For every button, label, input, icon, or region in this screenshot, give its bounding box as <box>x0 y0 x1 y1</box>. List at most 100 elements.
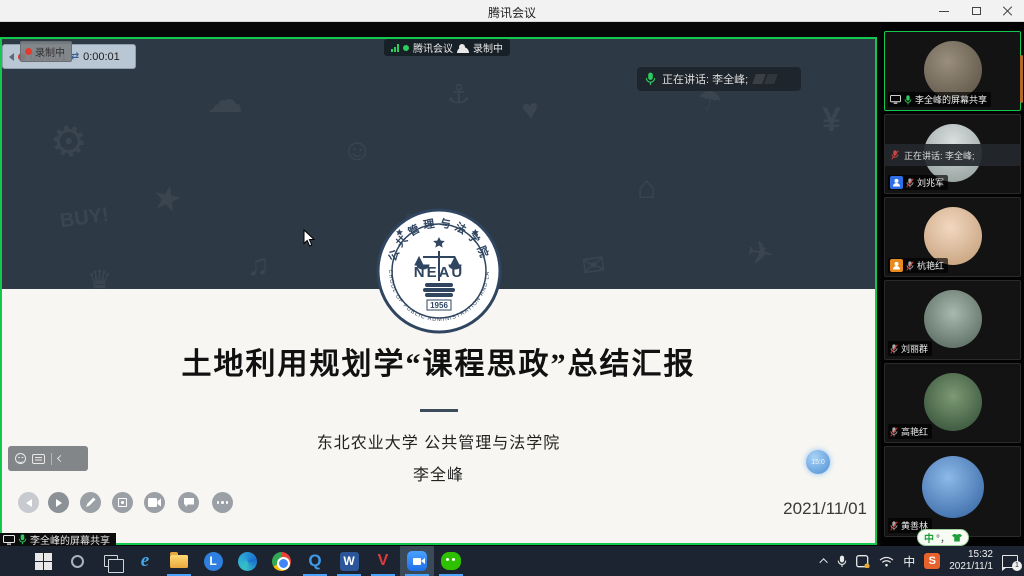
tray-app-icon[interactable] <box>856 555 870 568</box>
slide-presenter-name: 李全峰 <box>2 461 875 485</box>
notification-badge: 1 <box>1012 561 1022 571</box>
slide-title: 土地利用规划学“课程思政”总结汇报 <box>2 339 875 383</box>
status-recording-label: 录制中 <box>473 40 503 55</box>
avatar <box>922 456 984 518</box>
windows-taskbar: e L Q W V 中 S 15:32 2021/11/1 1 <box>0 546 1024 576</box>
participant-tile[interactable]: 黄善林 <box>884 446 1021 537</box>
tray-clock[interactable]: 15:32 2021/11/1 <box>949 549 993 574</box>
slide-date: 2021/11/01 <box>783 499 867 519</box>
speaking-indicator-toast: 正在讲话: 李全峰; <box>637 67 801 91</box>
host-badge-icon <box>890 176 903 189</box>
participant-name: 李全峰的屏幕共享 <box>915 93 987 106</box>
participant-tile[interactable]: 杭艳红 <box>884 197 1021 277</box>
participant-tile[interactable]: 正在讲话: 李全峰; 刘兆军 <box>884 114 1021 194</box>
word-button[interactable]: W <box>332 546 366 576</box>
avatar <box>924 290 982 348</box>
collapse-arrow-icon[interactable] <box>57 455 64 462</box>
svg-text:1956: 1956 <box>430 301 448 310</box>
cortana-button[interactable] <box>60 546 94 576</box>
avatar <box>924 207 982 265</box>
minimize-button[interactable] <box>928 0 960 22</box>
chrome-button[interactable] <box>264 546 298 576</box>
focus-mode-button[interactable] <box>112 492 133 513</box>
sidebar-scrollbar[interactable] <box>1020 55 1023 103</box>
task-view-icon <box>104 555 118 567</box>
sogou-icon[interactable]: S <box>924 553 940 569</box>
avatar <box>924 373 982 431</box>
screen-share-icon <box>890 95 901 104</box>
share-banner-text: 李全峰的屏幕共享 <box>30 532 110 547</box>
ie-button[interactable]: e <box>128 546 162 576</box>
lenovo-icon: L <box>204 552 223 571</box>
seal-year-box: 1956 <box>427 300 451 310</box>
participant-name: 高艳红 <box>901 425 928 438</box>
doodle-glyph: ☺ <box>340 132 375 170</box>
mic-on-icon <box>18 534 27 545</box>
wifi-icon[interactable] <box>879 556 894 567</box>
mouse-cursor <box>303 229 315 247</box>
window-titlebar: 腾讯会议 <box>0 0 1024 22</box>
file-explorer-button[interactable] <box>162 546 196 576</box>
doodle-glyph: BUY! <box>59 204 111 234</box>
participant-tile-sharing[interactable]: 李全峰的屏幕共享 <box>884 31 1021 111</box>
folder-icon <box>170 555 188 568</box>
edge-icon <box>238 552 257 571</box>
more-icon <box>217 501 229 504</box>
prev-slide-button[interactable] <box>18 492 39 513</box>
cohost-badge-icon <box>890 259 903 272</box>
recording-total-time: 0:00:01 <box>83 51 120 63</box>
screen-share-icon <box>3 535 15 545</box>
tencent-meeting-button[interactable] <box>400 546 434 576</box>
floating-clock-bubble[interactable]: 15:0 <box>806 450 830 474</box>
edge-button[interactable] <box>230 546 264 576</box>
ime-punct-label: °， <box>936 530 950 545</box>
tray-expand-icon[interactable] <box>820 558 828 566</box>
start-button[interactable] <box>26 546 60 576</box>
window-title: 腾讯会议 <box>0 4 1024 21</box>
ime-mode-label: 中 <box>924 530 934 545</box>
collapse-caret-icon[interactable] <box>9 53 14 61</box>
mic-muted-icon <box>890 344 898 354</box>
action-center-icon[interactable]: 1 <box>1002 555 1018 568</box>
skin-shirt-icon[interactable] <box>952 534 962 542</box>
participant-name: 刘兆军 <box>917 176 944 189</box>
task-view-button[interactable] <box>94 546 128 576</box>
focus-icon <box>118 498 127 507</box>
word-icon: W <box>340 552 359 571</box>
maximize-button[interactable] <box>960 0 992 22</box>
windows-logo-icon <box>35 553 52 570</box>
annotation-toolbar[interactable] <box>8 446 88 471</box>
video-app-button[interactable]: V <box>366 546 400 576</box>
participant-tile[interactable]: 刘丽群 <box>884 280 1021 360</box>
annotate-button[interactable] <box>80 492 101 513</box>
tray-mic-icon[interactable] <box>837 555 847 568</box>
next-slide-button[interactable] <box>48 492 69 513</box>
participant-name: 刘丽群 <box>901 342 928 355</box>
school-seal-logo: 公共管理与法学院 SCHOOL OF PUBLIC ADMINISTRATION… <box>375 207 503 335</box>
doodle-glyph: ☁ <box>207 79 243 121</box>
participant-tile[interactable]: 高艳红 <box>884 363 1021 443</box>
chat-button[interactable] <box>178 492 199 513</box>
close-button[interactable] <box>992 0 1024 22</box>
shared-screen: ⚙☁★BUY!♛☺⚓♥☂¥⌂✉✈♫✂ 公共管理与法学院 SCHOOL OF PU… <box>0 37 877 545</box>
camera-button[interactable] <box>144 492 165 513</box>
sogou-ime-toolbar[interactable]: 中 °， <box>917 529 969 546</box>
more-button[interactable] <box>212 492 233 513</box>
status-app-name: 腾讯会议 <box>413 40 453 55</box>
minimize-icon <box>939 11 949 12</box>
doodle-glyph: ⚓ <box>447 79 470 110</box>
ime-indicator[interactable]: 中 <box>903 553 915 570</box>
mic-muted-icon <box>890 521 898 531</box>
maximize-icon <box>972 7 981 15</box>
wechat-icon <box>441 552 461 570</box>
mic-muted-icon <box>906 261 914 271</box>
captions-icon[interactable] <box>32 454 45 464</box>
meeting-status-badge: 腾讯会议 录制中 <box>384 39 510 56</box>
doodle-glyph: ✈ <box>744 232 777 274</box>
mic-on-icon <box>904 95 912 105</box>
emoji-icon[interactable] <box>15 453 26 464</box>
lenovo-button[interactable]: L <box>196 546 230 576</box>
slide-divider <box>420 409 458 412</box>
qq-browser-button[interactable]: Q <box>298 546 332 576</box>
wechat-button[interactable] <box>434 546 468 576</box>
